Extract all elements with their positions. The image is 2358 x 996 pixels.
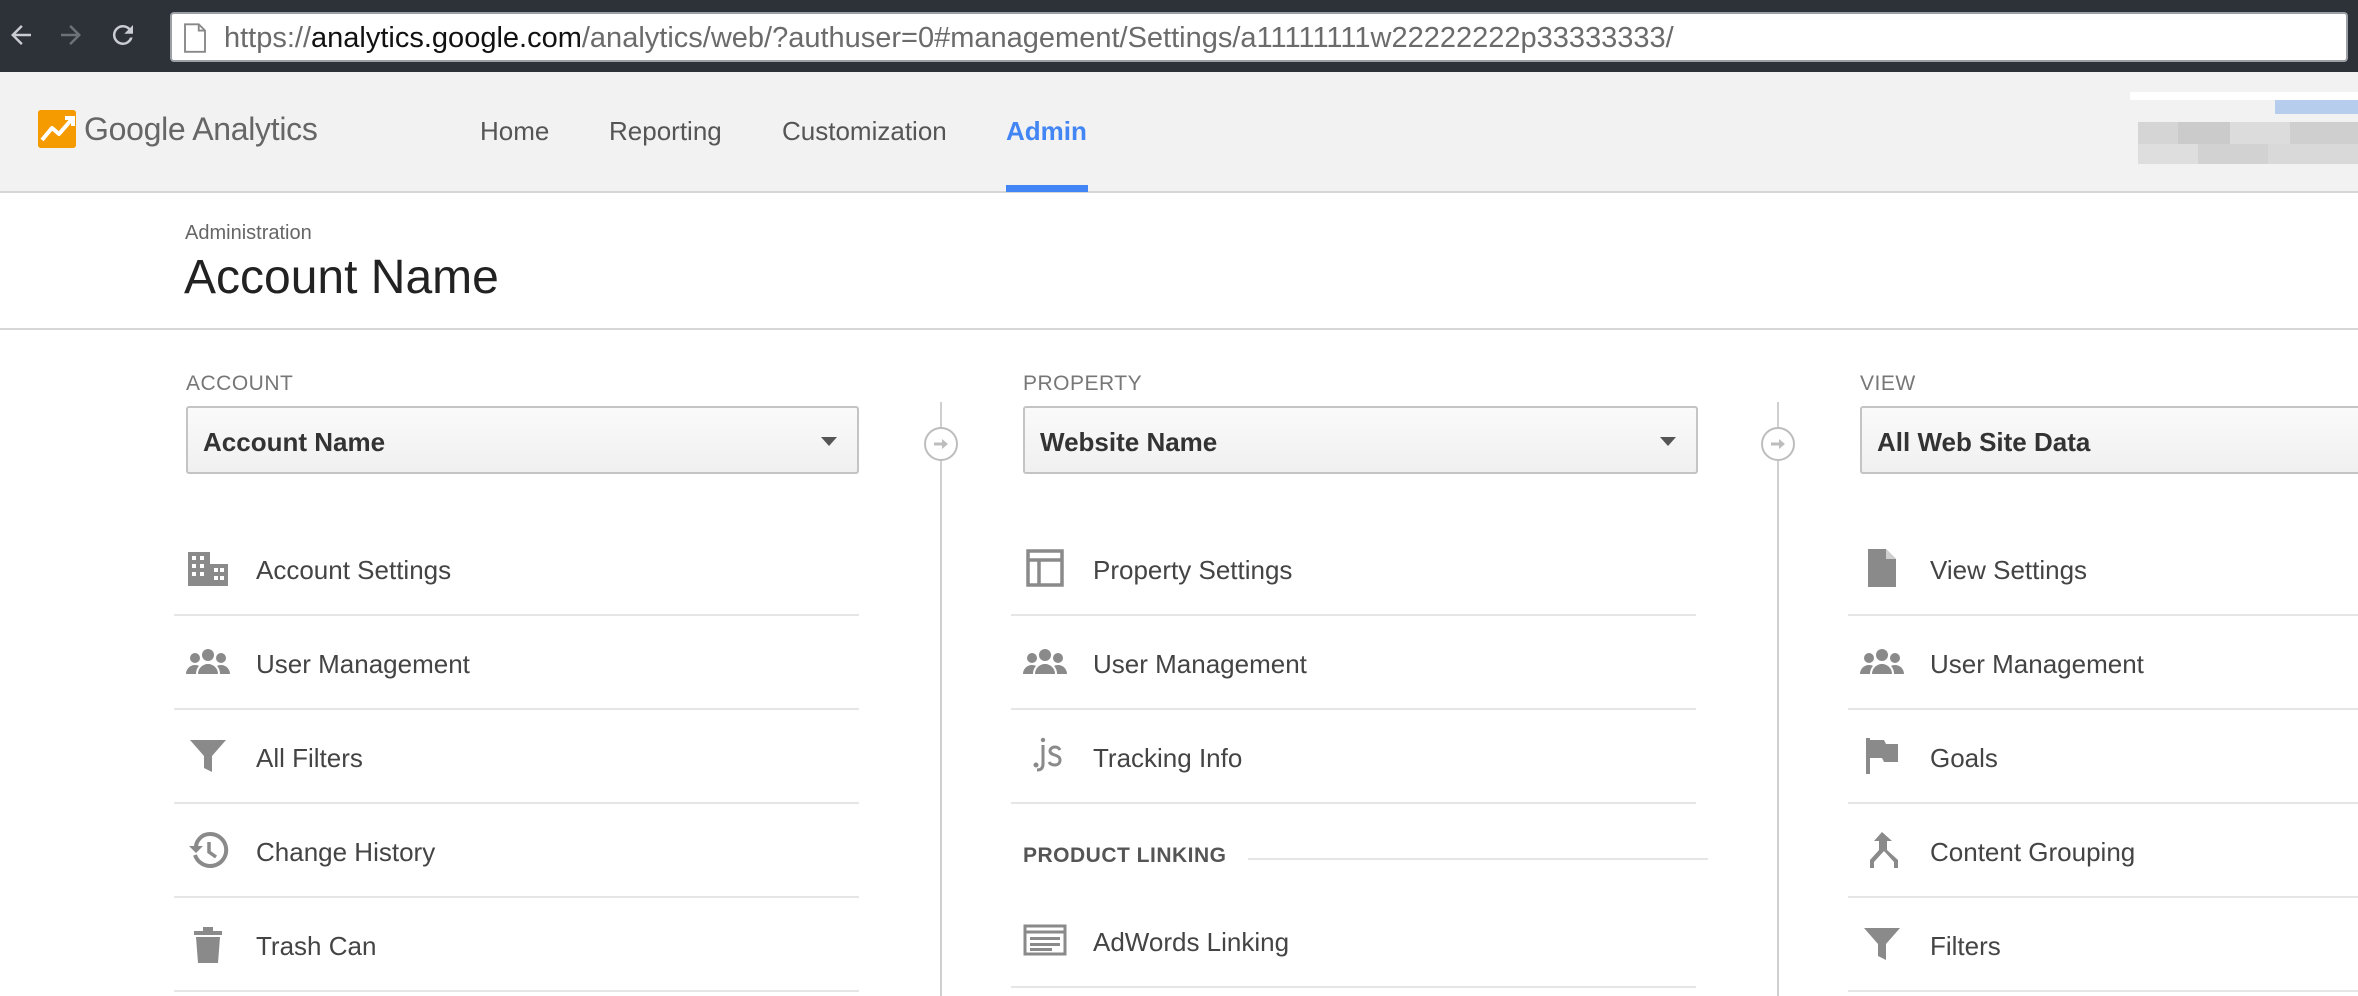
history-icon: [186, 828, 230, 872]
menu-item-label: View Settings: [1930, 555, 2088, 585]
page-title: Account Name: [184, 251, 499, 304]
content-grouping-link[interactable]: Content Grouping: [1848, 804, 2358, 898]
property-selector[interactable]: Website Name: [1023, 406, 1698, 474]
menu-item-label: Account Settings: [256, 555, 452, 585]
arrow-right-icon: [1771, 439, 1785, 449]
view-user-management-link[interactable]: User Management: [1848, 616, 2358, 710]
tab-admin[interactable]: Admin: [1006, 116, 1087, 147]
url-host: analytics.google.com: [311, 22, 582, 54]
tab-home[interactable]: Home: [480, 116, 549, 147]
account-selector[interactable]: Account Name: [186, 406, 859, 474]
reload-icon: [112, 24, 133, 45]
menu-item-label: User Management: [256, 649, 470, 679]
menu-item-label: All Filters: [256, 743, 363, 773]
goals-link[interactable]: Goals: [1848, 710, 2358, 804]
menu-item-label: Filters: [1930, 931, 2001, 961]
trash-icon: [186, 922, 230, 966]
menu-item-label: Property Settings: [1093, 555, 1293, 585]
users-icon: [186, 640, 230, 684]
property-settings-link[interactable]: Property Settings: [1011, 522, 1696, 616]
menu-item-label: Change History: [256, 837, 436, 867]
back-button[interactable]: [4, 18, 38, 52]
building-icon: [186, 546, 230, 590]
filter-icon: [1860, 922, 1904, 966]
document-icon: [1860, 546, 1904, 590]
active-tab-indicator: [1006, 185, 1088, 192]
property-user-management-link[interactable]: User Management: [1011, 616, 1696, 710]
tab-customization[interactable]: Customization: [782, 116, 947, 147]
app-header: Google Analytics Home Reporting Customiz…: [0, 72, 2358, 193]
product-linking-heading: PRODUCT LINKING: [1023, 844, 1708, 874]
view-settings-link[interactable]: View Settings: [1848, 522, 2358, 616]
column-arrow: [1761, 427, 1795, 461]
menu-item-label: User Management: [1930, 649, 2144, 679]
users-icon: [1860, 640, 1904, 684]
forward-button[interactable]: [54, 18, 88, 52]
trash-can-link[interactable]: Trash Can: [174, 898, 859, 992]
property-column: PROPERTY Website Name Property Settings …: [1011, 372, 1708, 988]
menu-item-label: Tracking Info: [1093, 743, 1243, 773]
page-icon: [184, 23, 206, 53]
view-column: VIEW All Web Site Data View Settings Use…: [1848, 372, 2358, 992]
account-settings-link[interactable]: Account Settings: [174, 522, 859, 616]
menu-item-label: Content Grouping: [1930, 837, 2136, 867]
column-arrow: [924, 427, 958, 461]
all-filters-link[interactable]: All Filters: [174, 710, 859, 804]
users-icon: [1023, 640, 1067, 684]
url-path: /analytics/web/?authuser=0#management/Se…: [581, 22, 1674, 54]
menu-item-label: Trash Can: [256, 931, 377, 961]
account-user-management-link[interactable]: User Management: [174, 616, 859, 710]
view-filters-link[interactable]: Filters: [1848, 898, 2358, 992]
forward-arrow-icon: [61, 25, 81, 45]
account-selector-value: Account Name: [203, 427, 386, 457]
browser-toolbar: https://analytics.google.com/analytics/w…: [0, 0, 2358, 72]
change-history-link[interactable]: Change History: [174, 804, 859, 898]
menu-item-label: Goals: [1930, 743, 1998, 773]
account-column: ACCOUNT Account Name Account Settings Us…: [174, 372, 859, 992]
app-name: Google Analytics: [84, 110, 318, 147]
breadcrumb: Administration: [185, 222, 312, 244]
reload-button[interactable]: [106, 18, 140, 52]
view-column-label: VIEW: [1860, 372, 1916, 395]
url-prefix: https://: [224, 22, 312, 54]
section-heading-label: PRODUCT LINKING: [1023, 844, 1227, 867]
arrow-right-icon: [934, 439, 948, 449]
menu-item-label: AdWords Linking: [1093, 927, 1290, 957]
chevron-down-icon: [821, 437, 837, 446]
analytics-logo-icon: [38, 110, 76, 148]
grouping-icon: [1860, 828, 1904, 872]
adwords-icon: [1023, 918, 1067, 962]
flag-icon: [1860, 734, 1904, 778]
app-logo[interactable]: Google Analytics: [38, 110, 318, 148]
adwords-linking-link[interactable]: AdWords Linking: [1011, 894, 1696, 988]
address-bar[interactable]: https://analytics.google.com/analytics/w…: [170, 12, 2348, 62]
tab-reporting[interactable]: Reporting: [609, 116, 722, 147]
layout-icon: [1023, 546, 1067, 590]
column-divider: [940, 402, 942, 996]
url-text[interactable]: https://analytics.google.com/analytics/w…: [224, 22, 1674, 54]
js-icon: [1023, 734, 1067, 778]
account-chooser[interactable]: [2130, 92, 2358, 182]
property-selector-value: Website Name: [1040, 427, 1218, 457]
chevron-down-icon: [1660, 437, 1676, 446]
view-selector-value: All Web Site Data: [1877, 427, 2091, 457]
account-column-label: ACCOUNT: [186, 372, 294, 395]
heading-divider: [0, 328, 2358, 330]
filter-icon: [186, 734, 230, 778]
section-divider: [1248, 858, 1708, 860]
back-arrow-icon: [11, 25, 31, 45]
view-selector[interactable]: All Web Site Data: [1860, 406, 2358, 474]
tracking-info-link[interactable]: Tracking Info: [1011, 710, 1696, 804]
column-divider: [1777, 402, 1779, 996]
property-column-label: PROPERTY: [1023, 372, 1143, 395]
menu-item-label: User Management: [1093, 649, 1307, 679]
